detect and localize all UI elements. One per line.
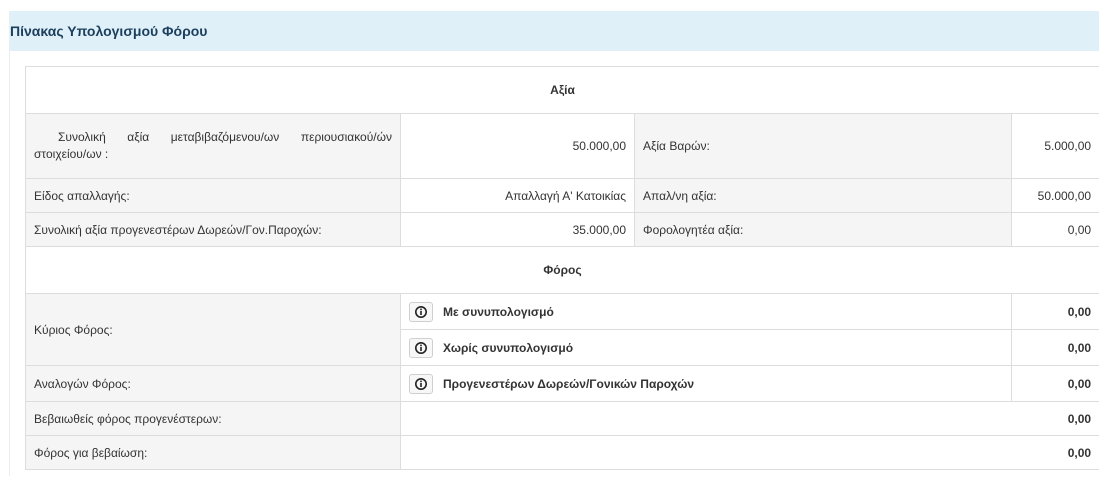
exemption-type-value: Απαλλαγή Α' Κατοικίας (400, 178, 635, 213)
prior-gifts-value: 35.000,00 (400, 212, 635, 247)
info-icon[interactable] (409, 373, 433, 394)
tax-to-certify-amount: 0,00 (399, 435, 1099, 470)
tax-section-row: Φόρος (24, 246, 1099, 294)
option-prior-gifts-label: Προγενεστέρων Δωρεών/Γονικών Παροχών (443, 376, 695, 391)
taxable-value: 0,00 (1010, 212, 1099, 247)
total-value: 50.000,00 (400, 113, 635, 179)
certified-prior-tax-amount: 0,00 (399, 401, 1099, 436)
exempt-value: 50.000,00 (1010, 178, 1099, 213)
option-with-inclusion-label: Με συνυπολογισμό (443, 304, 554, 319)
encumbrance-value-label: Αξία Βαρών: (634, 113, 1012, 179)
table-row: Είδος απαλλαγής: Απαλλαγή Α' Κατοικίας Α… (25, 178, 1099, 213)
table-row: Βεβαιωθείς φόρος προγενέστερων: 0,00 (25, 401, 1099, 436)
proportional-tax-label: Αναλογών Φόρος: (25, 365, 401, 402)
value-section-header: Αξία (24, 66, 1099, 114)
prior-gifts-label: Συνολική αξία προγενεστέρων Δωρεών/Γον.Π… (25, 212, 401, 247)
table-row: Αναλογών Φόρος: Προγενεστέρων Δωρεών/Γον… (25, 365, 1099, 402)
table-row: Συνολική αξία προγενεστέρων Δωρεών/Γον.Π… (25, 212, 1099, 247)
panel-title: Πίνακας Υπολογισμού Φόρου (10, 23, 208, 39)
tax-calculation-table: Αξία Συνολική αξία μεταβιβαζόμενου/ων πε… (24, 66, 1099, 470)
table-row: Συνολική αξία μεταβιβαζόμενου/ων περιουσ… (25, 113, 1099, 179)
info-icon[interactable] (409, 337, 433, 358)
option-prior-gifts-amount: 0,00 (1010, 365, 1099, 402)
tax-calculation-panel: Πίνακας Υπολογισμού Φόρου Αξία Συνολική … (9, 11, 1099, 476)
certified-prior-tax-label: Βεβαιωθείς φόρος προγενέστερων: (25, 401, 401, 436)
total-value-label: Συνολική αξία μεταβιβαζόμενου/ων περιουσ… (25, 113, 401, 179)
option-without-inclusion: Χωρίς συνυπολογισμό (400, 329, 1012, 366)
table-row: Κύριος Φόρος: Με συνυπολογισμό 0,00 (25, 293, 1099, 366)
panel-heading: Πίνακας Υπολογισμού Φόρου (10, 11, 1099, 51)
exemption-type-label: Είδος απαλλαγής: (25, 178, 401, 213)
tax-to-certify-label: Φόρος για βεβαίωση: (25, 435, 401, 470)
option-with-inclusion-amount: 0,00 (1010, 293, 1099, 330)
exempt-value-label: Απαλ/νη αξία: (634, 178, 1012, 213)
main-tax-label: Κύριος Φόρος: (25, 293, 401, 366)
taxable-value-label: Φορολογητέα αξία: (634, 212, 1012, 247)
table-row: Φόρος για βεβαίωση: 0,00 (25, 435, 1099, 470)
info-icon[interactable] (409, 301, 433, 322)
tax-section-header: Φόρος (24, 246, 1099, 294)
option-without-inclusion-label: Χωρίς συνυπολογισμό (443, 340, 574, 355)
option-prior-gifts: Προγενεστέρων Δωρεών/Γονικών Παροχών (400, 365, 1012, 402)
option-with-inclusion: Με συνυπολογισμό (400, 293, 1012, 330)
encumbrance-value: 5.000,00 (1010, 113, 1099, 179)
option-without-inclusion-amount: 0,00 (1010, 329, 1099, 366)
value-section-row: Αξία (24, 66, 1099, 114)
